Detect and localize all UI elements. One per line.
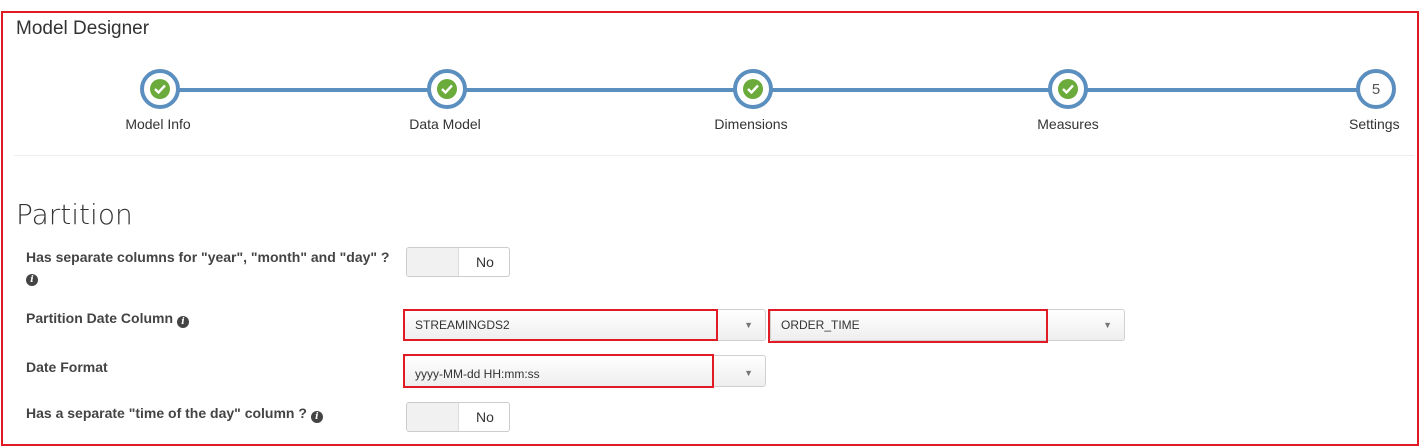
divider (14, 155, 1414, 156)
partition-date-column-label: Partition Date Column i (26, 309, 189, 328)
wizard-step-label[interactable]: Dimensions (714, 116, 787, 132)
toggle-value: No (476, 409, 494, 425)
toggle-knob (407, 248, 459, 276)
step-number: 5 (1371, 80, 1381, 98)
date-format-label: Date Format (26, 359, 108, 375)
wizard-step-model-info[interactable] (140, 69, 180, 109)
toggle-knob (407, 403, 459, 431)
check-icon (743, 79, 763, 99)
wizard-step-label[interactable]: Measures (1037, 116, 1098, 132)
check-icon (437, 79, 457, 99)
time-of-day-toggle[interactable]: No (406, 402, 510, 432)
label-text: Has separate columns for "year", "month"… (26, 249, 390, 265)
select-value: STREAMINGDS2 (415, 318, 510, 332)
info-icon[interactable]: i (176, 316, 189, 328)
label-text: Has a separate "time of the day" column … (26, 405, 307, 421)
date-format-select[interactable]: yyyy-MM-dd HH:mm:ss ▼ (404, 355, 766, 387)
wizard-step-data-model[interactable] (427, 69, 467, 109)
separate-columns-label: Has separate columns for "year", "month"… (26, 248, 396, 286)
caret-down-icon: ▼ (744, 320, 753, 330)
select-value: ORDER_TIME (781, 318, 860, 332)
toggle-value: No (476, 254, 494, 270)
separate-columns-toggle[interactable]: No (406, 247, 510, 277)
info-icon[interactable]: i (26, 274, 38, 286)
wizard-step-measures[interactable] (1048, 69, 1088, 109)
info-icon[interactable]: i (310, 411, 323, 423)
wizard-step-label[interactable]: Settings (1349, 116, 1400, 132)
wizard-step-dimensions[interactable] (733, 69, 773, 109)
wizard-step-settings[interactable]: 5 (1356, 69, 1396, 109)
caret-down-icon: ▼ (1103, 320, 1112, 330)
section-title: Partition (16, 198, 133, 231)
label-text: Partition Date Column (26, 310, 174, 326)
wizard-steps: Model Info Data Model Dimensions Measure… (0, 0, 1421, 150)
partition-table-select[interactable]: STREAMINGDS2 ▼ (404, 309, 766, 341)
check-icon (150, 79, 170, 99)
time-of-day-label: Has a separate "time of the day" column … (26, 404, 323, 423)
partition-column-select[interactable]: ORDER_TIME ▼ (770, 309, 1125, 341)
caret-down-icon: ▼ (744, 368, 753, 378)
wizard-step-label[interactable]: Model Info (125, 116, 190, 132)
check-icon (1058, 79, 1078, 99)
wizard-step-label[interactable]: Data Model (409, 116, 481, 132)
select-value: yyyy-MM-dd HH:mm:ss (415, 367, 540, 381)
